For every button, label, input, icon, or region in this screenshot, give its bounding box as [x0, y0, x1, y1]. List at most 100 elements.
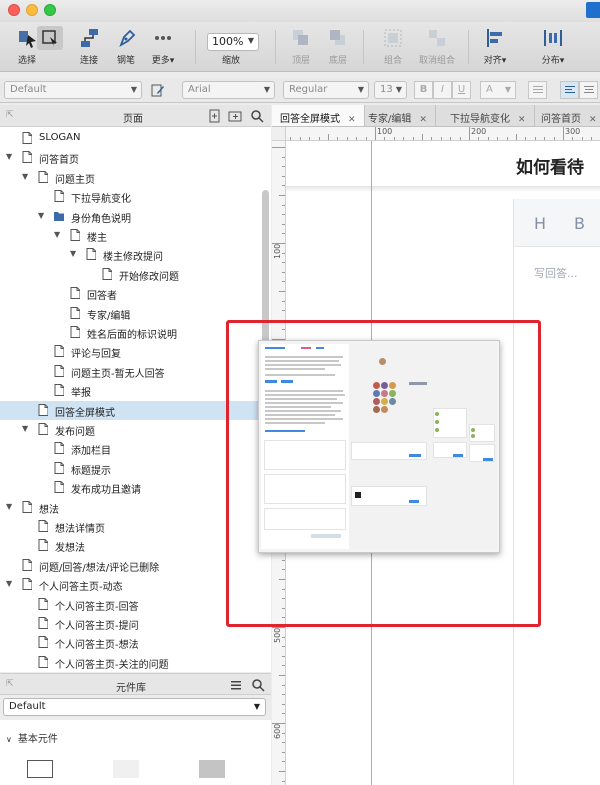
- page-tab[interactable]: 下拉导航变化 ✕: [442, 105, 535, 126]
- minimize-window-button[interactable]: [26, 4, 38, 16]
- chevron-down-icon: ▼: [247, 36, 254, 45]
- page-tree-item[interactable]: 下拉导航变化: [0, 187, 271, 206]
- page-tab[interactable]: 专家/编辑 ✕: [360, 105, 436, 126]
- page-tree-item-label: 个人问答主页-提问: [55, 621, 139, 632]
- ruler-tick: [356, 137, 358, 140]
- ruler-tick: [553, 137, 555, 140]
- window-titlebar: [0, 0, 600, 22]
- expand-arrow-icon[interactable]: ▼: [6, 502, 12, 511]
- page-tree-item[interactable]: ▼ 问答首页: [0, 148, 271, 167]
- page-tree-item[interactable]: 开始修改问题: [0, 265, 271, 284]
- ungroup-button[interactable]: 取消组合: [414, 26, 460, 66]
- align-text-center-button[interactable]: [579, 81, 598, 99]
- menu-icon[interactable]: [230, 679, 242, 691]
- ruler-tick: [282, 646, 285, 648]
- expand-arrow-icon[interactable]: ▼: [70, 249, 76, 258]
- search-icon[interactable]: [250, 109, 264, 123]
- ruler-tick: [282, 780, 285, 782]
- chevron-down-icon: ▼: [130, 85, 137, 94]
- page-tree-item-label: 发布成功且邀请: [71, 485, 141, 497]
- ruler-tick: [299, 137, 301, 140]
- ruler-tick: [279, 771, 285, 772]
- ruler-tick: [450, 137, 452, 140]
- ruler-tick: [282, 684, 285, 686]
- italic-button[interactable]: I: [433, 81, 452, 99]
- expand-arrow-icon[interactable]: ▼: [6, 579, 12, 588]
- ruler-tick: [282, 252, 285, 254]
- expand-arrow-icon[interactable]: ▼: [22, 424, 28, 433]
- add-folder-icon[interactable]: [228, 109, 242, 123]
- page-icon: [38, 597, 48, 610]
- send-to-bottom-button[interactable]: 底层: [315, 26, 361, 66]
- page-icon: [54, 345, 64, 358]
- style-edit-icon[interactable]: [151, 83, 165, 100]
- page-icon: [70, 326, 80, 338]
- page-tree-item[interactable]: ▼ 楼主修改提问: [0, 245, 271, 264]
- close-tab-icon[interactable]: ✕: [348, 115, 356, 125]
- ruler-tick: [279, 291, 285, 292]
- widget-box[interactable]: [27, 760, 53, 778]
- close-tab-icon[interactable]: ✕: [589, 115, 597, 125]
- zoom-window-button[interactable]: [44, 4, 56, 16]
- underline-button[interactable]: U: [452, 81, 471, 99]
- chevron-down-icon: ▼: [253, 702, 260, 711]
- page-tree-item[interactable]: 回答者: [0, 284, 271, 303]
- ruler-tick: [459, 137, 461, 140]
- page-tree-item[interactable]: ▼ 楼主: [0, 226, 271, 245]
- page-tree-item-label: 楼主: [87, 233, 107, 244]
- align-button[interactable]: 对齐▾: [472, 26, 518, 66]
- collapse-panel-icon[interactable]: ⇱: [6, 679, 14, 689]
- ruler-number: 200: [471, 127, 487, 136]
- font-family-select[interactable]: Arial ▼: [182, 81, 275, 99]
- font-weight-select[interactable]: Regular ▼: [283, 81, 369, 99]
- page-tree-item[interactable]: ▼ 身份角色说明: [0, 207, 271, 226]
- close-window-button[interactable]: [8, 4, 20, 16]
- widget-placeholder[interactable]: [199, 760, 225, 778]
- ruler-tick: [282, 742, 285, 744]
- style-select[interactable]: Default ▼: [4, 81, 142, 99]
- font-size-select[interactable]: 13 ▼: [374, 81, 407, 99]
- ruler-tick: [282, 204, 285, 206]
- expand-arrow-icon[interactable]: ▼: [6, 152, 12, 161]
- page-tree-item[interactable]: 个人问答主页-想法: [0, 633, 271, 652]
- bold-button[interactable]: B: [574, 214, 585, 233]
- ruler-tick: [272, 147, 285, 148]
- page-tree-item-label: 身份角色说明: [71, 213, 131, 225]
- more-tools-button[interactable]: 更多▾: [140, 26, 186, 66]
- page-tree-item-label: 个人问答主页-想法: [55, 640, 139, 652]
- page-tab[interactable]: 回答全屏模式 ✕: [272, 105, 365, 126]
- page-tree-item[interactable]: ▼ 问题主页: [0, 168, 271, 187]
- ruler-tick: [282, 694, 285, 696]
- font-color-button[interactable]: A ▼: [480, 81, 516, 99]
- library-category[interactable]: ∨ 基本元件: [6, 730, 58, 745]
- group-button[interactable]: 组合: [370, 26, 416, 66]
- ruler-tick: [591, 137, 593, 140]
- list-button[interactable]: [528, 81, 547, 99]
- page-tab-label: 专家/编辑: [368, 114, 412, 125]
- page-tree-item[interactable]: SLOGAN: [0, 129, 271, 148]
- collapse-panel-icon[interactable]: ⇱: [6, 110, 14, 120]
- expand-arrow-icon[interactable]: ▼: [38, 211, 44, 220]
- page-icon: [22, 500, 32, 513]
- page-tree-item-label: 回答全屏模式: [55, 407, 115, 419]
- page-icon: [54, 190, 64, 203]
- expand-arrow-icon[interactable]: ▼: [22, 172, 28, 181]
- expand-arrow-icon[interactable]: ▼: [54, 230, 60, 239]
- page-tree-item[interactable]: 个人问答主页-关注的问题: [0, 653, 271, 672]
- library-select[interactable]: Default ▼: [3, 698, 266, 716]
- page-tab[interactable]: 问答首页 ✕: [533, 105, 600, 126]
- ruler-tick: [431, 137, 433, 140]
- align-text-left-button[interactable]: [560, 81, 579, 99]
- zoom-select[interactable]: 100% ▼: [207, 33, 259, 51]
- bold-button[interactable]: B: [414, 81, 433, 99]
- search-icon[interactable]: [251, 678, 265, 692]
- distribute-button[interactable]: 分布▾: [530, 26, 576, 66]
- widget-image[interactable]: [113, 760, 139, 778]
- heading-button[interactable]: H: [534, 214, 546, 233]
- close-tab-icon[interactable]: ✕: [518, 115, 526, 125]
- page-tab-label: 下拉导航变化: [450, 114, 510, 125]
- add-page-icon[interactable]: [208, 109, 222, 123]
- close-tab-icon[interactable]: ✕: [419, 115, 427, 125]
- ruler-tick: [282, 310, 285, 312]
- ruler-tick: [282, 281, 285, 283]
